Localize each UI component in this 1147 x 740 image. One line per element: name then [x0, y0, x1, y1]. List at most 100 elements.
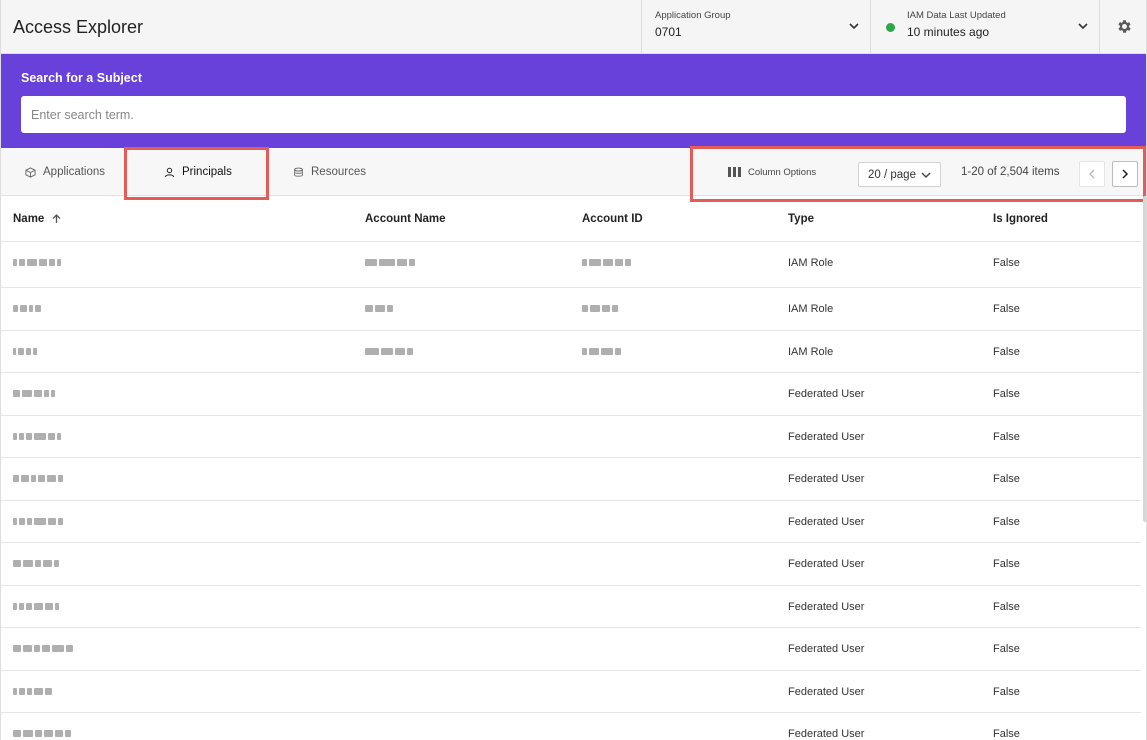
gear-icon — [1118, 20, 1131, 33]
cell-is-ignored: False — [993, 473, 1020, 485]
cell-is-ignored: False — [993, 685, 1020, 698]
table-row[interactable]: Federated User False — [1, 543, 1141, 586]
redacted-name-cell — [13, 432, 61, 440]
column-header-is-ignored[interactable]: Is Ignored — [993, 213, 1048, 225]
redacted-account-name-cell — [365, 259, 415, 266]
table-header: Name Account Name Account ID Type Is Ign… — [1, 196, 1141, 242]
table-row[interactable]: Federated User False — [1, 628, 1141, 671]
redacted-account-name-cell — [365, 347, 413, 355]
redacted-name-cell — [13, 305, 41, 312]
application-group-label: Application Group — [655, 10, 731, 21]
cell-is-ignored: False — [993, 558, 1020, 570]
table-row[interactable]: IAM Role False — [1, 288, 1141, 331]
application-group-select[interactable]: Application Group 0701 — [641, 0, 870, 54]
tab-applications[interactable]: Applications — [25, 148, 105, 196]
search-input[interactable] — [21, 96, 1126, 133]
table-row[interactable]: Federated User False — [1, 586, 1141, 628]
cell-is-ignored: False — [993, 600, 1020, 613]
cell-type: IAM Role — [788, 257, 834, 269]
tab-resources[interactable]: Resources — [293, 148, 366, 196]
cell-type: Federated User — [788, 388, 865, 400]
tab-toolbar: Applications Principals Resources Column… — [1, 148, 1146, 196]
app-header: Access Explorer Application Group 0701 I… — [1, 0, 1146, 54]
table-scrollbar[interactable] — [1141, 196, 1146, 522]
cell-type: Federated User — [788, 728, 865, 740]
cell-type: Federated User — [788, 558, 865, 570]
redacted-account-id-cell — [582, 259, 631, 266]
redacted-name-cell — [13, 517, 63, 525]
redacted-name-cell — [13, 730, 71, 737]
cell-is-ignored: False — [993, 388, 1020, 400]
table-row[interactable]: Federated User False — [1, 671, 1141, 713]
column-header-type[interactable]: Type — [788, 213, 814, 225]
table-row[interactable]: Federated User False — [1, 713, 1141, 740]
iam-data-updated-select[interactable]: IAM Data Last Updated 10 minutes ago — [870, 0, 1099, 54]
columns-icon — [728, 167, 741, 177]
table-row[interactable]: IAM Role False — [1, 242, 1141, 288]
table-row[interactable]: Federated User False — [1, 373, 1141, 416]
tab-principals-label: Principals — [182, 166, 232, 178]
table-body: IAM Role False IAM Role False IAM Role False F… — [1, 242, 1141, 740]
table-row[interactable]: Federated User False — [1, 458, 1141, 501]
tab-resources-label: Resources — [311, 166, 366, 178]
redacted-name-cell — [13, 347, 37, 355]
iam-updated-value: 10 minutes ago — [907, 25, 990, 39]
table-row[interactable]: Federated User False — [1, 501, 1141, 543]
status-dot-icon — [886, 23, 895, 32]
app-title: Access Explorer — [13, 17, 144, 37]
scrollbar-thumb[interactable] — [1143, 196, 1146, 522]
column-options-button[interactable]: Column Options — [728, 148, 816, 196]
chevron-down-icon — [921, 172, 931, 178]
column-header-account-id[interactable]: Account ID — [582, 213, 643, 225]
redacted-name-cell — [13, 475, 63, 482]
cell-is-ignored: False — [993, 303, 1020, 315]
tab-principals[interactable]: Principals — [164, 148, 232, 196]
redacted-name-cell — [13, 687, 52, 695]
chevron-right-icon — [1122, 169, 1129, 179]
column-header-name[interactable]: Name — [13, 213, 61, 225]
redacted-account-id-cell — [582, 347, 621, 355]
next-page-button[interactable] — [1112, 161, 1138, 187]
application-group-value: 0701 — [655, 25, 682, 39]
page-size-value: 20 / page — [868, 168, 916, 181]
cell-type: Federated User — [788, 643, 865, 655]
chevron-down-icon — [1078, 23, 1088, 30]
cell-is-ignored: False — [993, 643, 1020, 655]
iam-updated-label: IAM Data Last Updated — [907, 10, 1006, 21]
access-explorer-app: Access Explorer Application Group 0701 I… — [0, 0, 1147, 740]
search-banner: Search for a Subject — [1, 54, 1146, 148]
cell-type: Federated User — [788, 600, 865, 613]
settings-button[interactable] — [1099, 0, 1146, 54]
cell-is-ignored: False — [993, 430, 1020, 443]
search-title: Search for a Subject — [21, 71, 142, 85]
cell-type: Federated User — [788, 430, 865, 443]
tab-applications-label: Applications — [43, 166, 106, 178]
chevron-left-icon — [1089, 169, 1095, 179]
previous-page-button[interactable] — [1079, 161, 1105, 187]
cell-type: Federated User — [788, 685, 865, 698]
redacted-name-cell — [13, 645, 73, 652]
column-options-label: Column Options — [748, 166, 817, 178]
database-icon — [294, 167, 303, 177]
cell-type: IAM Role — [788, 345, 834, 358]
table-row[interactable]: Federated User False — [1, 416, 1141, 458]
redacted-name-cell — [13, 390, 55, 397]
cell-type: Federated User — [788, 515, 865, 528]
page-size-select[interactable]: 20 / page — [858, 162, 941, 187]
table-row[interactable]: IAM Role False — [1, 331, 1141, 373]
pagination-range: 1-20 of 2,504 items — [961, 166, 1060, 178]
column-header-account-name[interactable]: Account Name — [365, 213, 446, 225]
cell-is-ignored: False — [993, 515, 1020, 528]
cell-is-ignored: False — [993, 257, 1020, 269]
sort-ascending-icon — [52, 214, 61, 223]
cube-icon — [25, 166, 36, 178]
redacted-account-name-cell — [365, 305, 393, 312]
user-icon — [164, 167, 175, 177]
redacted-name-cell — [13, 259, 61, 266]
cell-type: IAM Role — [788, 303, 834, 315]
redacted-name-cell — [13, 560, 59, 567]
chevron-down-icon — [849, 23, 859, 30]
redacted-name-cell — [13, 602, 59, 610]
column-header-name-label: Name — [13, 213, 45, 225]
redacted-account-id-cell — [582, 305, 618, 312]
